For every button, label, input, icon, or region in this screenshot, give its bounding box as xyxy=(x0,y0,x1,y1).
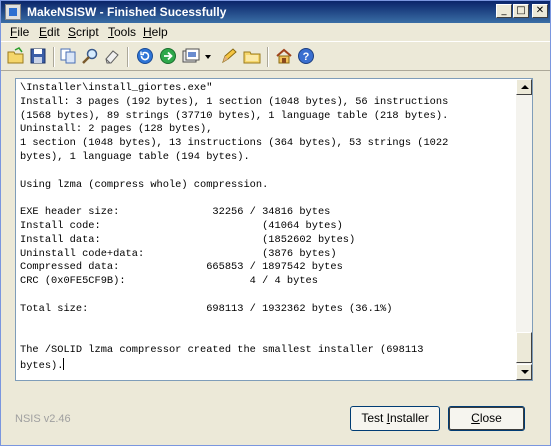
edit-script-icon[interactable] xyxy=(220,47,238,65)
help-icon[interactable]: ? xyxy=(297,47,315,65)
minimize-button[interactable]: _ xyxy=(496,4,512,18)
toolbar-separator xyxy=(267,47,269,67)
dropdown-arrow-icon[interactable] xyxy=(204,47,212,65)
scroll-down-button[interactable] xyxy=(516,364,532,380)
close-window-button[interactable]: ✕ xyxy=(532,4,548,18)
menu-bar: File Edit Script Tools Help xyxy=(1,23,550,41)
test-installer-label-post: nstaller xyxy=(390,411,429,425)
log-line: \Installer\install_giortes.exe" xyxy=(20,82,213,94)
close-label: lose xyxy=(479,411,502,425)
toolbar-separator xyxy=(53,47,55,67)
menu-script-mnemonic: S xyxy=(68,25,77,39)
nsis-version-label: NSIS v2.46 xyxy=(15,413,71,425)
menu-file[interactable]: File xyxy=(10,25,29,39)
menu-help[interactable]: Help xyxy=(143,25,168,39)
log-line: Using lzma (compress whole) compression. xyxy=(20,178,269,191)
log-line: Install: 3 pages (192 bytes), 1 section … xyxy=(20,95,449,108)
menu-tools-label: ools xyxy=(114,25,137,39)
log-line: (1568 bytes), 89 strings (37710 bytes), … xyxy=(20,109,449,122)
toolbar-separator xyxy=(127,47,129,67)
title-bar[interactable]: MakeNSISW - Finished Sucessfully _ □ ✕ xyxy=(1,1,550,23)
nsis-home-icon[interactable] xyxy=(275,47,293,65)
app-icon[interactable] xyxy=(5,4,21,20)
makensisw-window: MakeNSISW - Finished Sucessfully _ □ ✕ F… xyxy=(0,0,551,446)
log-line: CRC (0x0FE5CF9B): 4 / 4 bytes xyxy=(20,275,318,288)
clear-icon[interactable] xyxy=(103,47,121,65)
log-line: Uninstall code+data: (3876 bytes) xyxy=(20,247,337,260)
log-line: The /SOLID lzma compressor created the s… xyxy=(20,344,424,357)
menu-edit-mnemonic: E xyxy=(39,25,48,39)
browse-script-icon[interactable] xyxy=(243,47,261,65)
log-text: \Installer\install_giortes.exe" Install:… xyxy=(20,82,512,374)
menu-script-label: cript xyxy=(76,25,99,39)
open-folder-icon[interactable] xyxy=(7,47,25,65)
menu-tools[interactable]: Tools xyxy=(108,25,136,39)
copy-icon[interactable] xyxy=(59,47,77,65)
find-icon[interactable] xyxy=(81,47,99,65)
log-line: bytes). xyxy=(20,359,64,372)
menu-script[interactable]: Script xyxy=(68,25,99,39)
svg-text:?: ? xyxy=(303,51,310,63)
log-line: Compressed data: 665853 / 1897542 bytes xyxy=(20,261,343,274)
test-icon[interactable] xyxy=(159,47,177,65)
menu-help-label: elp xyxy=(151,25,168,39)
menu-edit-label: dit xyxy=(47,25,60,39)
recompile-icon[interactable] xyxy=(136,47,154,65)
toolbar: ? xyxy=(1,41,550,71)
log-line: EXE header size: 32256 / 34816 bytes xyxy=(20,206,331,219)
close-button[interactable]: Close xyxy=(448,406,525,431)
menu-edit[interactable]: Edit xyxy=(39,25,60,39)
log-line: Install data: (1852602 bytes) xyxy=(20,233,356,246)
log-line: 1 section (1048 bytes), 13 instructions … xyxy=(20,137,449,150)
maximize-button[interactable]: □ xyxy=(513,4,529,18)
vertical-scrollbar[interactable] xyxy=(516,79,532,380)
log-output[interactable]: \Installer\install_giortes.exe" Install:… xyxy=(15,78,533,381)
test-installer-label-pre: Test xyxy=(361,411,387,425)
scroll-up-button[interactable] xyxy=(516,79,532,95)
menu-file-label: ile xyxy=(17,25,30,39)
text-cursor xyxy=(63,357,65,370)
test-installer-button[interactable]: Test Installer xyxy=(350,406,440,431)
close-mnemonic: C xyxy=(471,411,480,425)
compressor-icon[interactable] xyxy=(182,47,200,65)
log-line: Uninstall: 2 pages (128 bytes), xyxy=(20,123,213,136)
log-line: bytes), 1 language table (194 bytes). xyxy=(20,150,250,163)
log-line: Install code: (41064 bytes) xyxy=(20,219,343,232)
scroll-down-arrow-icon xyxy=(521,370,529,374)
scroll-up-arrow-icon xyxy=(521,85,529,89)
save-icon[interactable] xyxy=(29,47,47,65)
log-line: Total size: 698113 / 1932362 bytes (36.1… xyxy=(20,302,393,315)
scroll-thumb[interactable] xyxy=(516,332,532,363)
menu-help-mnemonic: H xyxy=(143,25,152,39)
window-title: MakeNSISW - Finished Sucessfully xyxy=(27,5,227,19)
